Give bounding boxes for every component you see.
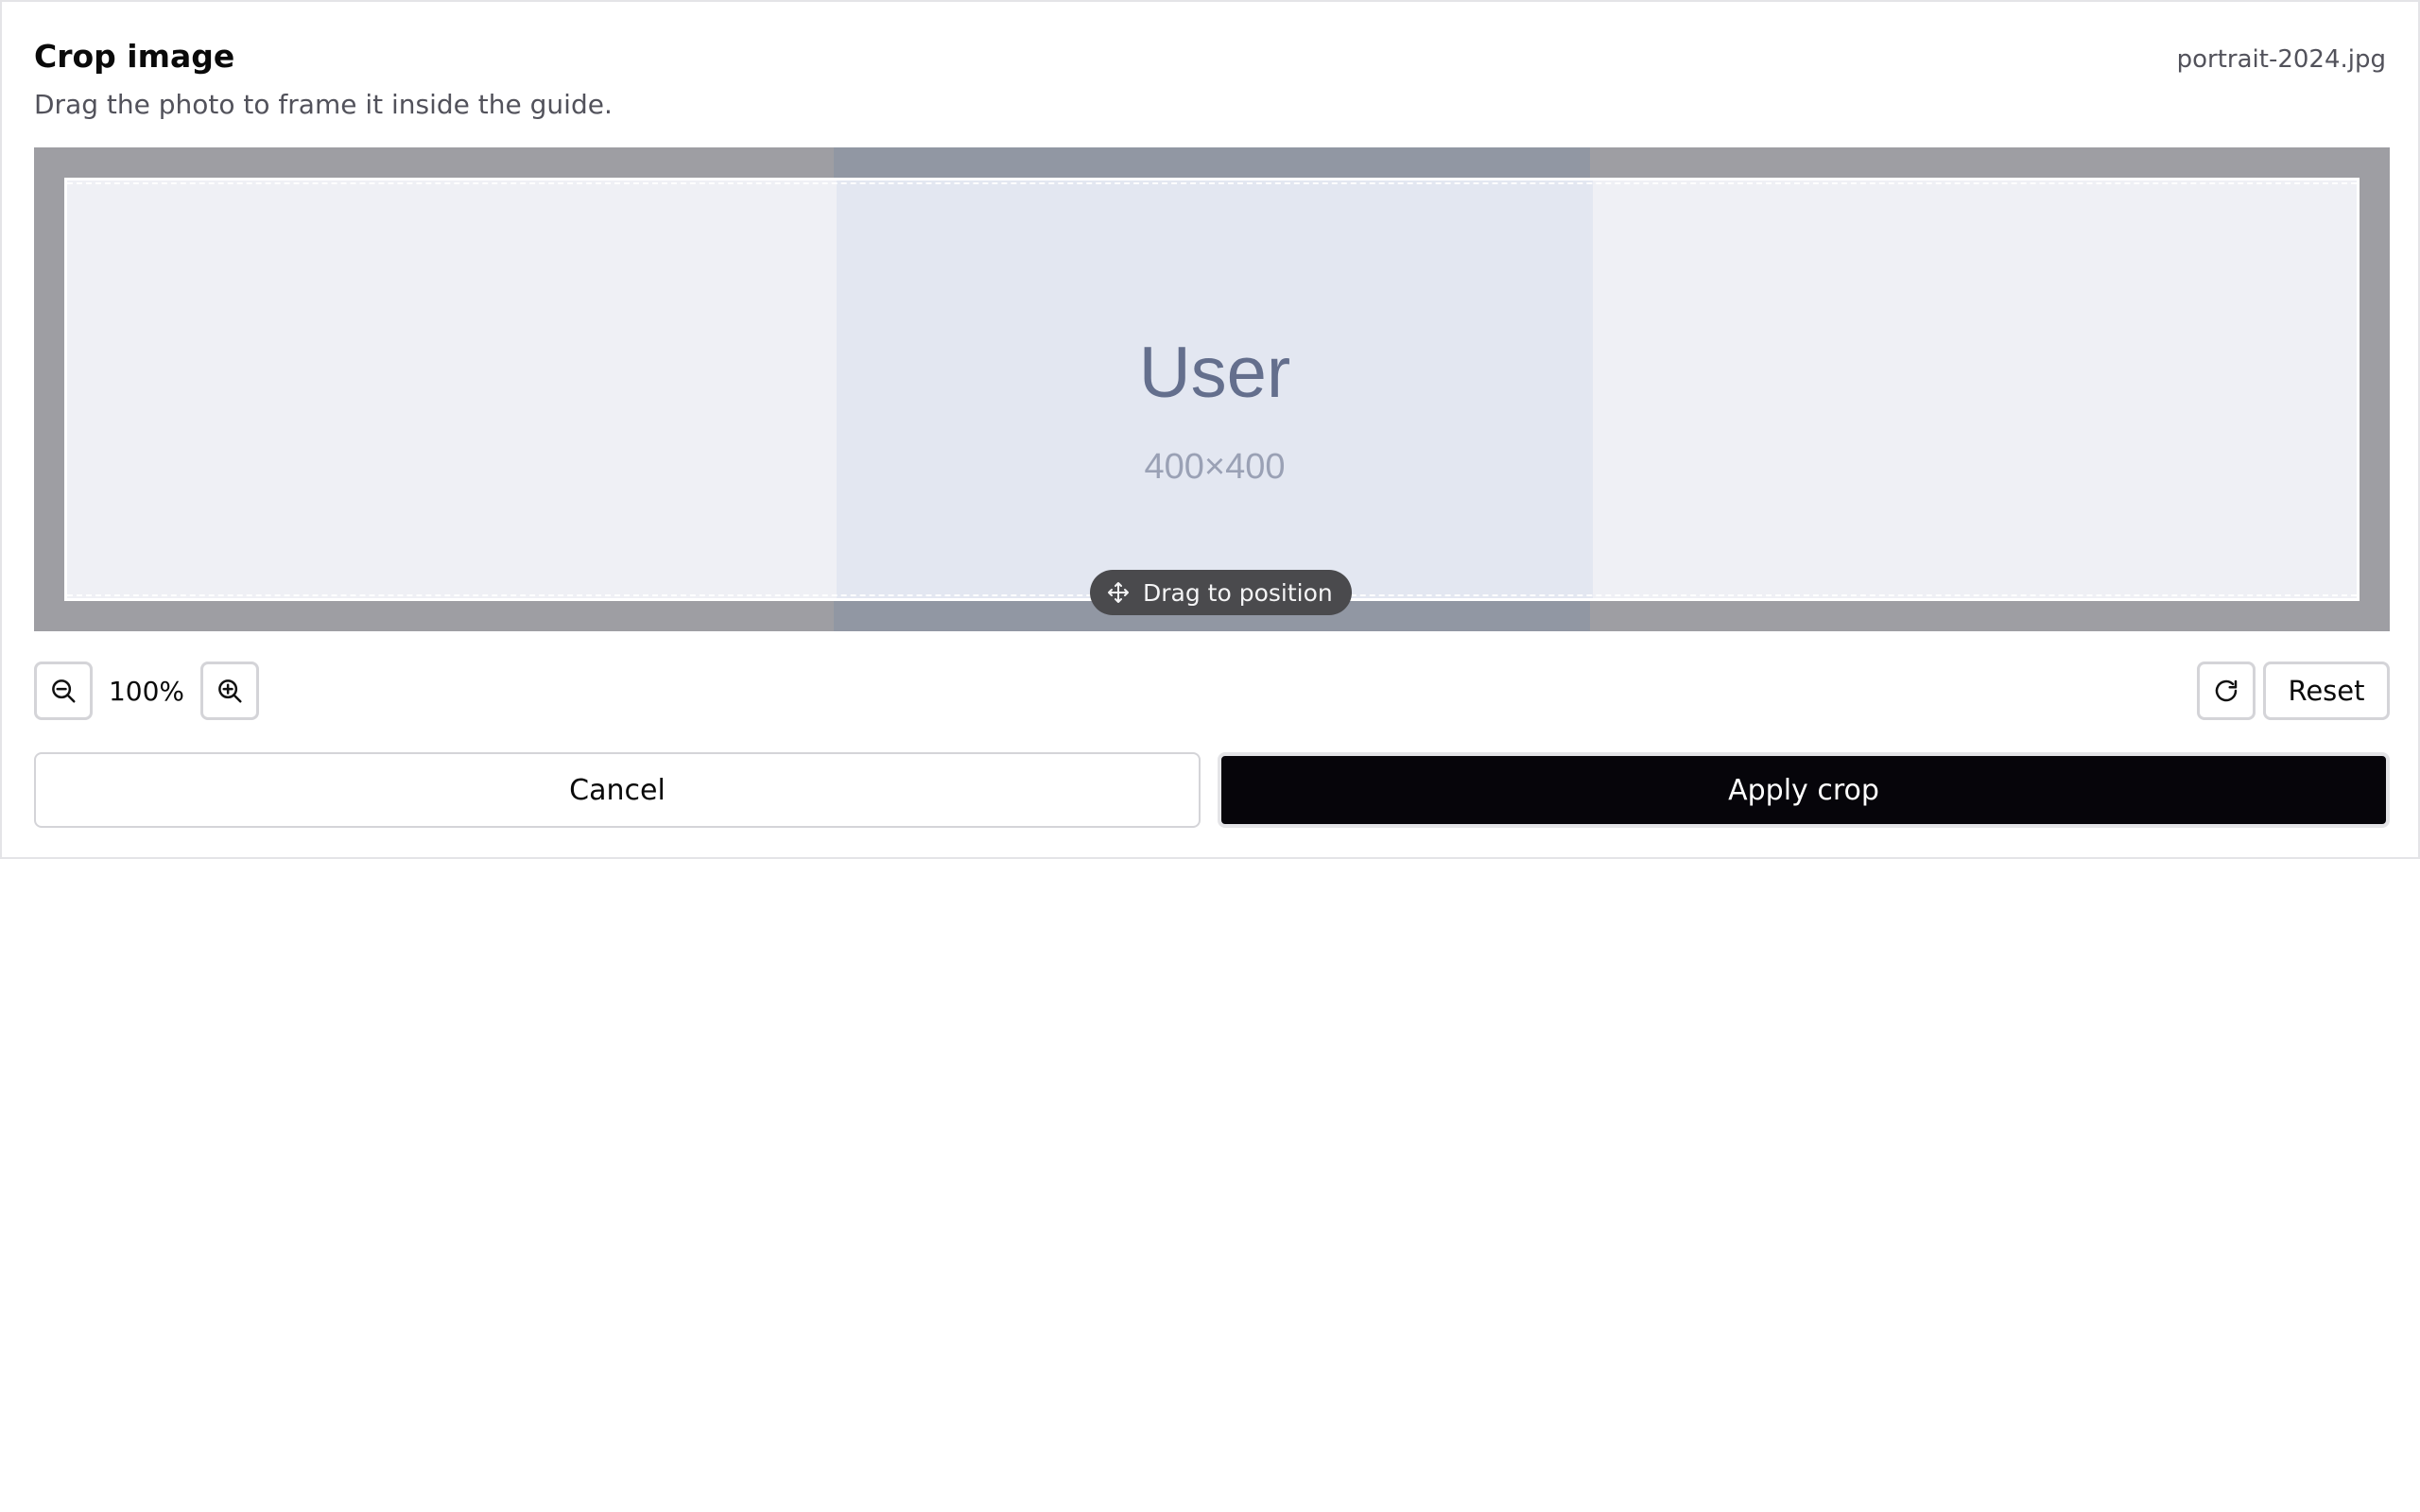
- dialog-title: Crop image: [34, 38, 235, 75]
- dialog-subtitle: Drag the photo to frame it inside the gu…: [34, 89, 613, 120]
- crop-guide[interactable]: User 400×400: [64, 178, 2360, 601]
- crop-stage[interactable]: User 400×400: [34, 147, 2390, 631]
- apply-crop-button[interactable]: Apply crop: [1218, 752, 2390, 828]
- file-name: portrait-2024.jpg: [2176, 45, 2386, 74]
- rotate-button[interactable]: [2197, 662, 2256, 720]
- drag-hint: Drag to position: [1090, 570, 1352, 615]
- zoom-level: 100%: [108, 675, 185, 707]
- move-icon: [1108, 582, 1129, 603]
- zoom-out-icon: [52, 679, 76, 703]
- drag-hint-label: Drag to position: [1143, 578, 1333, 607]
- zoom-out-button[interactable]: [34, 662, 93, 720]
- photo-placeholder-size: 400×400: [1144, 447, 1286, 487]
- guide-top-line: [67, 182, 2357, 184]
- crop-dialog: Crop image portrait-2024.jpg Drag the ph…: [0, 0, 2420, 859]
- zoom-in-button[interactable]: [200, 662, 259, 720]
- photo-placeholder-label: User: [1138, 333, 1291, 413]
- zoom-in-icon: [218, 679, 242, 703]
- cancel-button[interactable]: Cancel: [34, 752, 1201, 828]
- reset-button[interactable]: Reset: [2263, 662, 2390, 720]
- rotate-icon: [2215, 679, 2238, 702]
